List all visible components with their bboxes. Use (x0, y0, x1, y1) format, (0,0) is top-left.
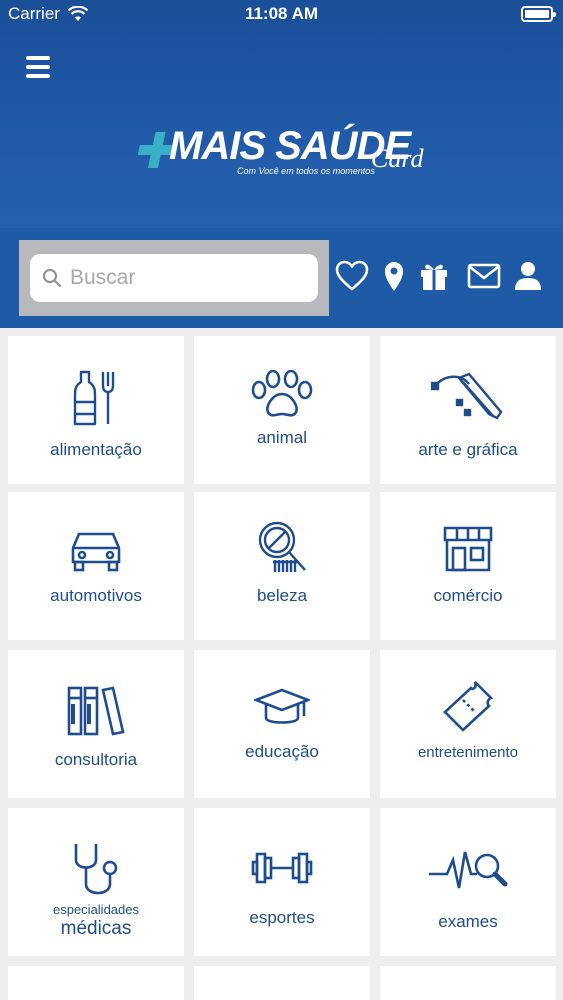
car-icon (71, 532, 121, 572)
category-label: alimentação (50, 440, 142, 459)
category-tile[interactable] (380, 966, 556, 1000)
category-label: esportes (249, 908, 315, 927)
location-pin-icon[interactable] (383, 260, 405, 292)
category-label-line2: médicas (60, 918, 132, 939)
heart-icon[interactable] (335, 260, 369, 292)
category-tile[interactable]: esportes (194, 808, 370, 956)
paw-icon (251, 370, 313, 417)
gift-icon[interactable] (419, 260, 449, 292)
category-tile[interactable]: beleza (194, 492, 370, 640)
heartbeat-magnifier-icon (429, 851, 508, 889)
category-tile[interactable]: comércio (380, 492, 556, 640)
category-tile[interactable] (8, 966, 184, 1000)
search-toolbar: Buscar (0, 228, 563, 328)
binders-icon (67, 686, 125, 736)
category-tile[interactable]: entretenimento (380, 650, 556, 798)
category-label: beleza (256, 586, 308, 605)
category-tile[interactable] (194, 966, 370, 1000)
category-tile[interactable]: especialidades médicas (8, 808, 184, 956)
status-time: 11:08 AM (244, 4, 319, 23)
mirror-brush-icon (258, 521, 306, 572)
search-icon (43, 269, 62, 288)
mail-icon[interactable] (467, 260, 501, 292)
category-label: comércio (433, 586, 503, 605)
dumbbell-icon (251, 852, 313, 884)
category-label: educação (245, 742, 319, 761)
category-label: entretenimento (417, 744, 519, 761)
category-tile[interactable]: animal (194, 336, 370, 484)
menu-button[interactable] (26, 56, 52, 78)
ticket-icon (443, 681, 494, 732)
category-tile[interactable]: alimentação (8, 336, 184, 484)
category-label: consultoria (54, 750, 138, 769)
category-tile[interactable]: consultoria (8, 650, 184, 798)
category-tile[interactable]: automotivos (8, 492, 184, 640)
category-label: animal (256, 428, 308, 447)
search-input[interactable]: Buscar (30, 254, 318, 302)
food-drink-icon (73, 370, 115, 426)
pen-tool-icon (431, 372, 503, 420)
hamburger-icon (26, 56, 50, 60)
category-tile[interactable]: exames (380, 808, 556, 956)
graduation-cap-icon (254, 688, 310, 724)
store-icon (443, 526, 493, 572)
search-container: Buscar (19, 240, 329, 316)
logo-tagline: Com Você em todos os momentos (237, 166, 375, 176)
category-label: automotivos (50, 586, 142, 605)
stethoscope-icon (74, 844, 118, 895)
logo-card-text: Card (371, 144, 424, 173)
user-icon[interactable] (514, 260, 542, 292)
category-label: exames (438, 912, 498, 931)
search-placeholder: Buscar (70, 266, 136, 289)
status-bar: Carrier 11:08 AM (0, 0, 563, 30)
category-tile[interactable]: arte e gráfica (380, 336, 556, 484)
battery-icon (521, 6, 556, 22)
category-label: arte e gráfica (418, 440, 518, 459)
category-label: especialidades (52, 902, 139, 917)
app-header: Carrier 11:08 AM MAIS SAÚDE Card Com Voc… (0, 0, 563, 228)
app-logo: MAIS SAÚDE Card Com Você em todos os mom… (135, 118, 435, 188)
category-tile[interactable]: educação (194, 650, 370, 798)
